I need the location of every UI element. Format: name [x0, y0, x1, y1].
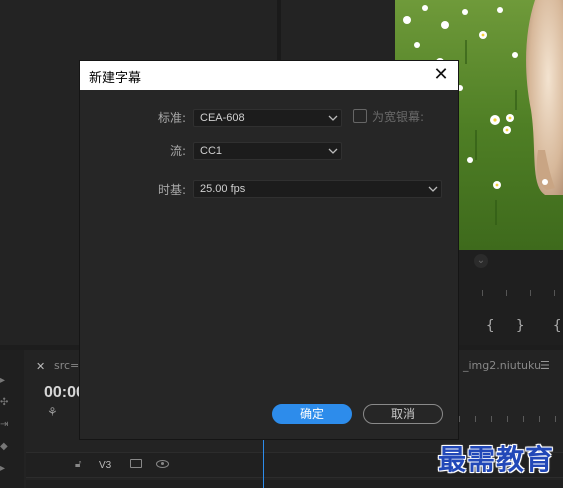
chevron-down-icon[interactable]: ⌄: [474, 254, 488, 268]
chevron-down-icon: [428, 186, 438, 192]
chevron-down-icon: [328, 148, 338, 154]
track-select-icon[interactable]: ✣: [0, 392, 10, 414]
track-name[interactable]: V3: [99, 460, 111, 471]
ripple-tool-icon[interactable]: ⇥: [0, 414, 10, 436]
timebase-select[interactable]: 25.00 fps: [193, 180, 442, 198]
ok-button[interactable]: 确定: [272, 404, 352, 424]
standard-value: CEA-608: [200, 112, 245, 124]
mark-out-icon[interactable]: }: [516, 318, 524, 334]
standard-label: 标准:: [157, 111, 186, 125]
sync-lock-icon[interactable]: [130, 459, 142, 468]
timebase-value: 25.00 fps: [200, 183, 246, 195]
razor-tool-icon[interactable]: ◆: [0, 436, 10, 458]
selection-tool-icon[interactable]: ▸: [0, 370, 10, 392]
close-icon[interactable]: ✕: [424, 61, 458, 90]
timecode-display[interactable]: 00:00: [44, 384, 85, 402]
stream-select[interactable]: CC1: [193, 142, 342, 160]
premiere-workspace: ⌄ { } { ▸ ✣ ⇥ ◆ ▸ ✕ src=h 00:00 ⚘ _img2.…: [0, 0, 563, 488]
eye-icon[interactable]: [156, 460, 169, 468]
lock-icon[interactable]: 🔓︎: [75, 459, 81, 470]
timeline-ruler[interactable]: [455, 408, 563, 422]
dialog-title: 新建字幕: [89, 71, 142, 86]
close-icon[interactable]: ✕: [36, 360, 45, 373]
mark-in-icon[interactable]: {: [486, 318, 494, 334]
timebase-label: 时基:: [157, 183, 186, 197]
widescreen-checkbox[interactable]: [353, 109, 367, 123]
snap-icon[interactable]: ⚘: [47, 405, 58, 419]
widescreen-label: 为宽银幕:: [372, 110, 425, 124]
stream-label: 流:: [169, 144, 186, 158]
dialog-titlebar[interactable]: 新建字幕 ✕: [80, 61, 458, 90]
chevron-down-icon: [328, 115, 338, 121]
monitor-ruler: [480, 290, 560, 300]
standard-select[interactable]: CEA-608: [193, 109, 342, 127]
watermark-logo: 最需教育: [438, 443, 555, 476]
source-tab[interactable]: _img2.niutuku: [463, 359, 541, 372]
new-captions-dialog: 新建字幕 ✕ 标准: CEA-608 为宽银幕: 流: CC1 时基: 25.0…: [80, 61, 458, 439]
panel-menu-icon[interactable]: ☰: [540, 359, 550, 372]
slip-tool-icon[interactable]: ▸: [0, 458, 10, 480]
track-row[interactable]: [26, 480, 563, 488]
playhead[interactable]: [263, 440, 264, 488]
go-to-in-icon[interactable]: {: [553, 318, 561, 334]
tools-column: ▸ ✣ ⇥ ◆ ▸: [0, 370, 10, 488]
stream-value: CC1: [200, 145, 223, 157]
cancel-button[interactable]: 取消: [363, 404, 443, 424]
